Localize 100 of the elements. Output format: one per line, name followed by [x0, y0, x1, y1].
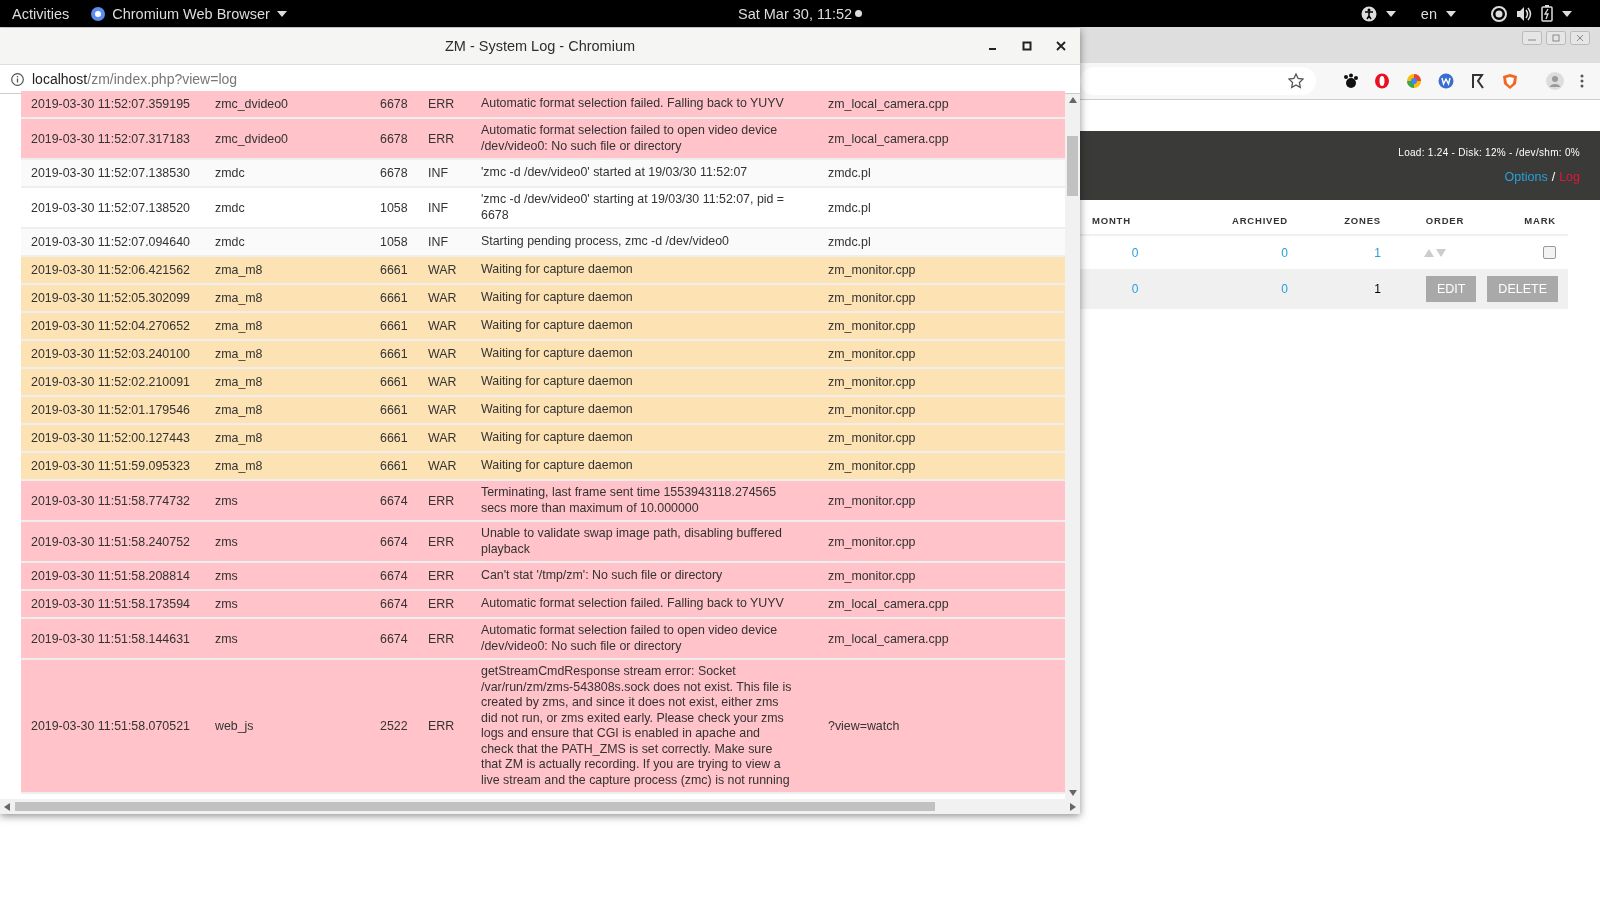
colorful-extension-icon[interactable] [1406, 73, 1422, 89]
log-pid: 2522 [379, 718, 409, 735]
log-file: zm_local_camera.cpp [827, 96, 950, 113]
volume-icon[interactable] [1516, 5, 1532, 22]
app-menu-label[interactable]: Chromium Web Browser [112, 5, 270, 22]
log-time: 2019-03-30 11:52:07.094640 [30, 234, 191, 251]
log-file: zm_monitor.cpp [827, 346, 917, 363]
log-message: Waiting for capture daemon [480, 261, 634, 279]
nav-link[interactable]: Log [1559, 170, 1580, 184]
network-icon[interactable] [1491, 5, 1507, 22]
browser-logo-icon [91, 6, 106, 21]
log-message: Unable to validate swap image path, disabling buffered playback [480, 525, 783, 558]
archived-count-link[interactable]: 0 [1281, 245, 1288, 260]
log-pid: 6674 [379, 533, 409, 551]
shield-extension-icon[interactable] [1502, 72, 1518, 90]
log-component: zma_m8 [214, 430, 264, 447]
link-separator: / [1551, 170, 1556, 184]
horizontal-scrollbar[interactable] [0, 799, 1080, 814]
log-file: zm_monitor.cpp [827, 318, 917, 335]
log-level: WAR [427, 430, 458, 447]
action-button[interactable]: DELETE [1487, 276, 1558, 302]
zones-count: 1 [1374, 282, 1381, 296]
log-component: zms [214, 630, 239, 648]
log-time: 2019-03-30 11:52:07.359195 [30, 96, 191, 113]
log-component: zms [214, 533, 239, 551]
log-level: WAR [427, 374, 458, 391]
month-count-link[interactable]: 0 [1131, 245, 1139, 260]
caret-icon [276, 10, 287, 17]
log-component: zmc_dvideo0 [214, 130, 289, 148]
profile-avatar-icon[interactable] [1546, 72, 1564, 90]
battery-icon[interactable] [1541, 5, 1553, 22]
ring-extension-icon[interactable] [1374, 73, 1390, 89]
log-message: Waiting for capture daemon [480, 317, 634, 335]
accessibility-icon[interactable] [1360, 5, 1377, 22]
scroll-down-icon[interactable] [1068, 790, 1077, 796]
w-extension-icon[interactable] [1438, 73, 1454, 89]
vertical-scrollbar[interactable] [1065, 94, 1080, 799]
log-file: zm_monitor.cpp [827, 430, 917, 447]
log-level: ERR [427, 533, 456, 551]
paw-extension-icon[interactable] [1342, 73, 1358, 89]
scroll-right-icon[interactable] [1070, 802, 1076, 811]
month-count-link[interactable]: 0 [1131, 282, 1139, 296]
log-file: zmdc.pl [827, 165, 872, 182]
log-time: 2019-03-30 11:52:06.421562 [30, 262, 191, 279]
log-component: web_js [214, 718, 255, 735]
log-time: 2019-03-30 11:51:58.208814 [30, 568, 191, 585]
window-title: ZM - System Log - Chromium [444, 38, 636, 54]
log-component: zma_m8 [214, 290, 264, 307]
log-level: ERR [427, 96, 456, 113]
log-component: zma_m8 [214, 318, 264, 335]
log-level: INF [427, 199, 449, 217]
menu-icon[interactable] [1580, 74, 1584, 88]
scroll-up-icon[interactable] [1068, 97, 1077, 103]
action-button[interactable]: EDIT [1425, 276, 1477, 302]
zones-count-link[interactable]: 1 [1374, 245, 1381, 260]
language-indicator[interactable]: en [1420, 5, 1437, 22]
log-time: 2019-03-30 11:52:07.138530 [30, 165, 191, 182]
nav-link[interactable]: Options [1504, 170, 1548, 184]
log-message: Waiting for capture daemon [480, 373, 634, 391]
log-pid: 6661 [379, 318, 409, 335]
log-file: zm_local_camera.cpp [827, 130, 950, 148]
log-time: 2019-03-30 11:52:03.240100 [30, 346, 191, 363]
scroll-left-icon[interactable] [4, 802, 10, 811]
column-header: MONTH [1092, 214, 1131, 226]
log-pid: 6661 [379, 262, 409, 279]
close-icon[interactable] [1056, 41, 1066, 51]
caret-icon [1562, 10, 1572, 17]
log-time: 2019-03-30 11:51:58.144631 [30, 630, 191, 648]
log-message: Automatic format selection failed. Falling back to YUYV [480, 95, 785, 113]
url-text[interactable]: localhost/zm/index.php?view=log [32, 71, 238, 87]
bookmark-star-icon[interactable] [1288, 73, 1304, 89]
info-icon[interactable] [11, 72, 24, 86]
log-component: zma_m8 [214, 374, 264, 391]
clock[interactable]: Sat Mar 30, 11:52 [738, 5, 853, 22]
log-level: WAR [427, 290, 458, 307]
log-file: zm_monitor.cpp [827, 458, 917, 475]
log-file: zmdc.pl [827, 234, 872, 251]
log-file: zm_monitor.cpp [827, 402, 917, 419]
activities-button[interactable]: Activities [12, 5, 70, 22]
log-time: 2019-03-30 11:52:07.317183 [30, 130, 191, 148]
log-message: getStreamCmdResponse stream error: Socket /var/run/zm/zms-543808s.sock does not exist. This file is created by zms, and since it does not exist, either zms did not run, or zms exited early. Please check your zms logs and ensure that CGI is enabled in apache and check that the PATH_ZMS is set correctly. Make sure that ZM is actually recording. If you are trying to view a live stream and the capture process (zmc) is not running [480, 663, 793, 789]
log-level: ERR [427, 492, 456, 510]
log-pid: 6661 [379, 290, 409, 307]
column-header: ARCHIVED [1232, 214, 1288, 226]
log-pid: 1058 [379, 199, 409, 217]
scroll-thumb[interactable] [1067, 136, 1078, 196]
maximize-icon[interactable] [1022, 41, 1032, 51]
log-pid: 6678 [379, 165, 409, 182]
log-pid: 6674 [379, 492, 409, 510]
log-file: ?view=watch [827, 718, 901, 735]
log-message: Automatic format selection failed. Falling back to YUYV [480, 595, 785, 613]
log-component: zmc_dvideo0 [214, 96, 289, 113]
log-time: 2019-03-30 11:51:59.095323 [30, 458, 191, 475]
log-file: zm_monitor.cpp [827, 492, 917, 510]
log-time: 2019-03-30 11:51:58.070521 [30, 718, 191, 735]
scroll-thumb[interactable] [15, 802, 935, 811]
log-component: zma_m8 [214, 458, 264, 475]
archived-count-link[interactable]: 0 [1281, 282, 1288, 296]
log-level: WAR [427, 458, 458, 475]
mark-checkbox[interactable] [1543, 246, 1556, 259]
